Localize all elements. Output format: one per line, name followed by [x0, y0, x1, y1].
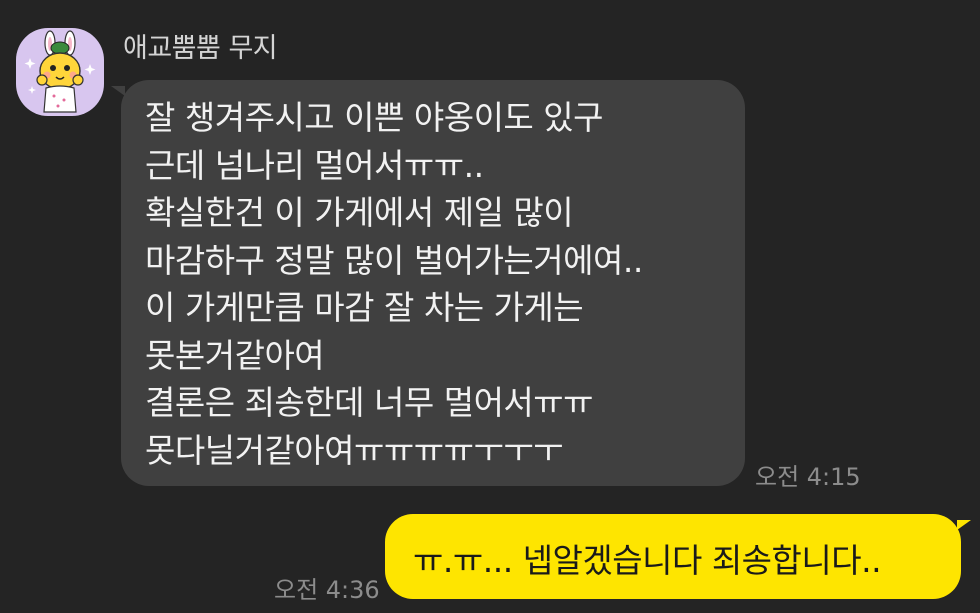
muzi-character-icon — [24, 30, 96, 113]
incoming-message-bubble[interactable]: 잘 챙겨주시고 이쁜 야옹이도 있구 근데 넘나리 멀어서ㅠㅠ.. 확실한건 이… — [111, 80, 745, 486]
message-line: 잘 챙겨주시고 이쁜 야옹이도 있구 — [145, 98, 604, 137]
message-line: 확실한건 이 가게에서 제일 많이 — [145, 193, 574, 232]
message-line: 근데 넘나리 멀어서ㅠㅠ.. — [145, 145, 484, 185]
outgoing-message-timestamp: 오전 4:36 — [274, 576, 380, 604]
avatar[interactable] — [16, 28, 104, 116]
incoming-message-timestamp: 오전 4:15 — [755, 463, 861, 491]
message-line: 결론은 죄송한데 너무 멀어서ㅠㅠ — [145, 383, 594, 422]
outgoing-message-bubble[interactable]: ㅠ.ㅠ... 넵알겠습니다 죄송합니다.. — [385, 514, 971, 599]
message-line: 못본거같아여 — [145, 335, 325, 375]
message-line: 못다닐거같아여ㅠㅠㅠㅠㅜㅜㅜ — [145, 430, 564, 470]
outgoing-message-text: ㅠ.ㅠ... 넵알겠습니다 죄송합니다.. — [413, 541, 882, 580]
sender-name: 애교뿜뿜 무지 — [123, 33, 278, 64]
message-line: 이 가게만큼 마감 잘 차는 가게는 — [145, 288, 584, 327]
message-line: 마감하구 정말 많이 벌어가는거에여.. — [145, 240, 643, 280]
